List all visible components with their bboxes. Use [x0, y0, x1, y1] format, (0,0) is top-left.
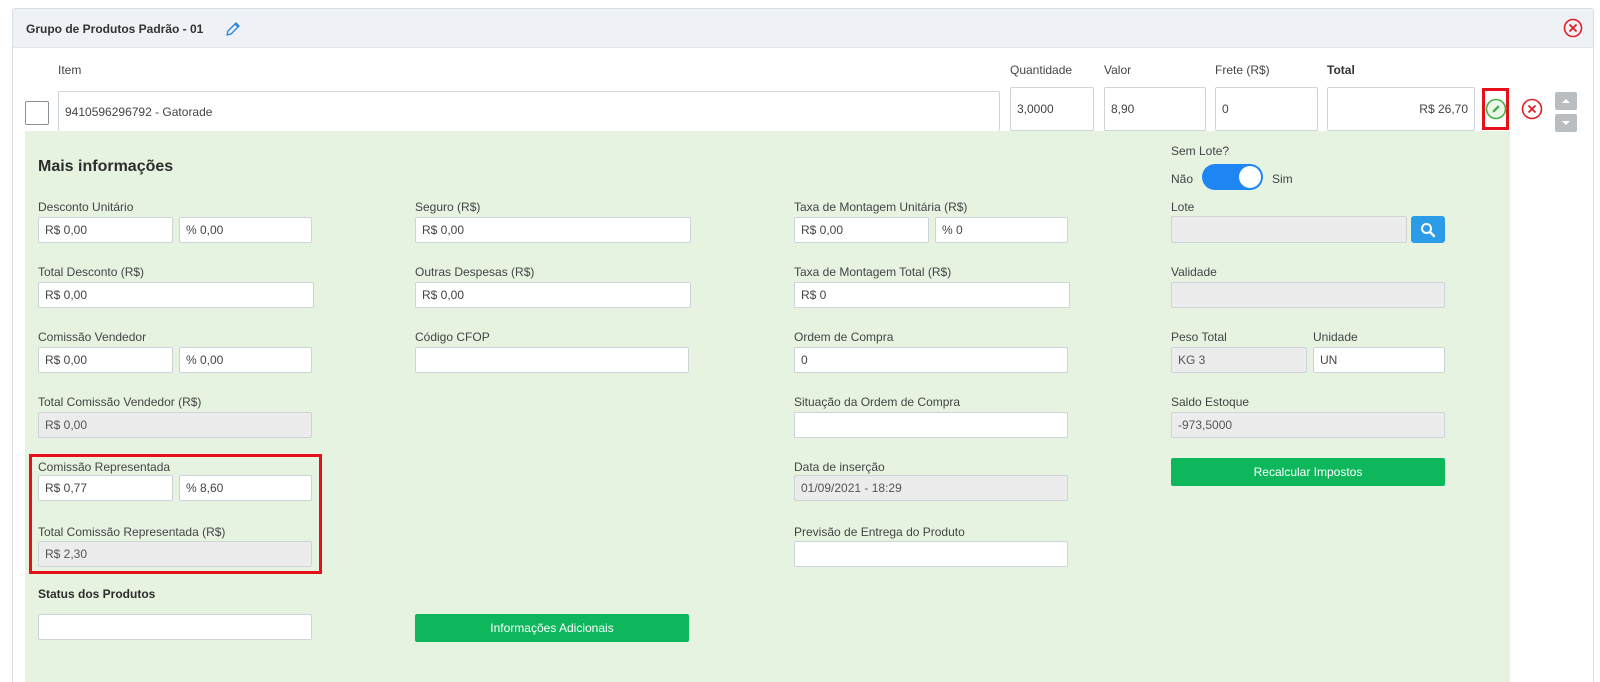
validade-field	[1171, 282, 1445, 308]
close-group-icon[interactable]	[1563, 18, 1583, 38]
edit-circle-icon[interactable]	[1485, 98, 1507, 120]
row-select-checkbox[interactable]	[25, 101, 49, 125]
caret-down-icon	[1562, 121, 1570, 125]
validade-label: Validade	[1171, 265, 1217, 279]
data-insercao-field: 01/09/2021 - 18:29	[794, 475, 1068, 501]
caret-up-icon	[1562, 99, 1570, 103]
lote-field	[1171, 216, 1407, 243]
total-comissao-vendedor-field: R$ 0,00	[38, 412, 312, 438]
comissao-representada-label: Comissão Representada	[38, 460, 171, 474]
panel-title: Mais informações	[38, 158, 174, 175]
desconto-unitario-value[interactable]: R$ 0,00	[38, 217, 173, 243]
previsao-entrega-label: Previsão de Entrega do Produto	[794, 525, 965, 539]
column-value: Valor	[1104, 63, 1132, 77]
taxa-montagem-unitaria-label: Taxa de Montagem Unitária (R$)	[794, 200, 968, 214]
total-desconto-field[interactable]: R$ 0,00	[38, 282, 314, 308]
sem-lote-label: Sem Lote?	[1171, 144, 1230, 158]
total-field: R$ 26,70	[1327, 87, 1475, 131]
move-up-button[interactable]	[1555, 92, 1577, 110]
taxa-montagem-unitaria-value[interactable]: R$ 0,00	[794, 217, 929, 243]
situacao-ordem-compra-label: Situação da Ordem de Compra	[794, 395, 961, 409]
desconto-unitario-percent[interactable]: % 0,00	[179, 217, 312, 243]
column-item: Item	[58, 63, 82, 77]
column-total: Total	[1327, 63, 1355, 77]
seguro-label: Seguro (R$)	[415, 200, 481, 214]
quantity-field[interactable]: 3,0000	[1010, 87, 1094, 131]
total-comissao-vendedor-label: Total Comissão Vendedor (R$)	[38, 395, 202, 409]
status-produtos-label: Status dos Produtos	[38, 587, 156, 601]
unidade-label: Unidade	[1313, 330, 1358, 344]
previsao-entrega-field[interactable]	[794, 541, 1068, 567]
unidade-field[interactable]: UN	[1313, 347, 1445, 373]
total-desconto-label: Total Desconto (R$)	[38, 265, 145, 279]
sem-lote-off-label: Não	[1171, 172, 1194, 186]
outras-despesas-label: Outras Despesas (R$)	[415, 265, 535, 279]
taxa-montagem-total-label: Taxa de Montagem Total (R$)	[794, 265, 952, 279]
informacoes-adicionais-button[interactable]: Informações Adicionais	[415, 614, 689, 642]
peso-total-field: KG 3	[1171, 347, 1307, 373]
taxa-montagem-unitaria-percent[interactable]: % 0	[935, 217, 1068, 243]
column-freight: Frete (R$)	[1215, 63, 1270, 77]
comissao-vendedor-percent[interactable]: % 0,00	[179, 347, 312, 373]
lote-search-button[interactable]	[1411, 216, 1445, 243]
group-header	[13, 9, 1593, 48]
item-field[interactable]: 9410596296792 - Gatorade	[58, 91, 1000, 131]
comissao-vendedor-label: Comissão Vendedor	[38, 330, 147, 344]
group-title: Grupo de Produtos Padrão - 01	[26, 22, 204, 36]
ordem-compra-field[interactable]: 0	[794, 347, 1068, 373]
lote-label: Lote	[1171, 200, 1195, 214]
sem-lote-on-label: Sim	[1272, 172, 1293, 186]
data-insercao-label: Data de inserção	[794, 460, 885, 474]
total-comissao-representada-label: Total Comissão Representada (R$)	[38, 525, 226, 539]
comissao-representada-percent[interactable]: % 8,60	[179, 475, 312, 501]
comissao-vendedor-value[interactable]: R$ 0,00	[38, 347, 173, 373]
taxa-montagem-total-field[interactable]: R$ 0	[794, 282, 1070, 308]
codigo-cfop-field[interactable]	[415, 347, 689, 373]
ordem-compra-label: Ordem de Compra	[794, 330, 894, 344]
total-comissao-representada-field: R$ 2,30	[38, 541, 312, 567]
saldo-estoque-label: Saldo Estoque	[1171, 395, 1250, 409]
outras-despesas-field[interactable]: R$ 0,00	[415, 282, 691, 308]
pencil-icon[interactable]	[224, 20, 242, 38]
status-produtos-field[interactable]	[38, 614, 312, 640]
peso-total-label: Peso Total	[1171, 330, 1227, 344]
codigo-cfop-label: Código CFOP	[415, 330, 490, 344]
seguro-field[interactable]: R$ 0,00	[415, 217, 691, 243]
freight-field[interactable]: 0	[1215, 87, 1318, 131]
desconto-unitario-label: Desconto Unitário	[38, 200, 134, 214]
saldo-estoque-field: -973,5000	[1171, 412, 1445, 438]
column-quantity: Quantidade	[1010, 63, 1073, 77]
search-icon	[1421, 222, 1436, 237]
recalcular-impostos-button[interactable]: Recalcular Impostos	[1171, 458, 1445, 486]
remove-circle-icon[interactable]	[1521, 98, 1543, 120]
toggle-knob	[1239, 166, 1261, 188]
situacao-ordem-compra-field[interactable]	[794, 412, 1068, 438]
details-panel	[25, 131, 1510, 682]
comissao-representada-value[interactable]: R$ 0,77	[38, 475, 173, 501]
move-down-button[interactable]	[1555, 114, 1577, 132]
value-field[interactable]: 8,90	[1104, 87, 1206, 131]
